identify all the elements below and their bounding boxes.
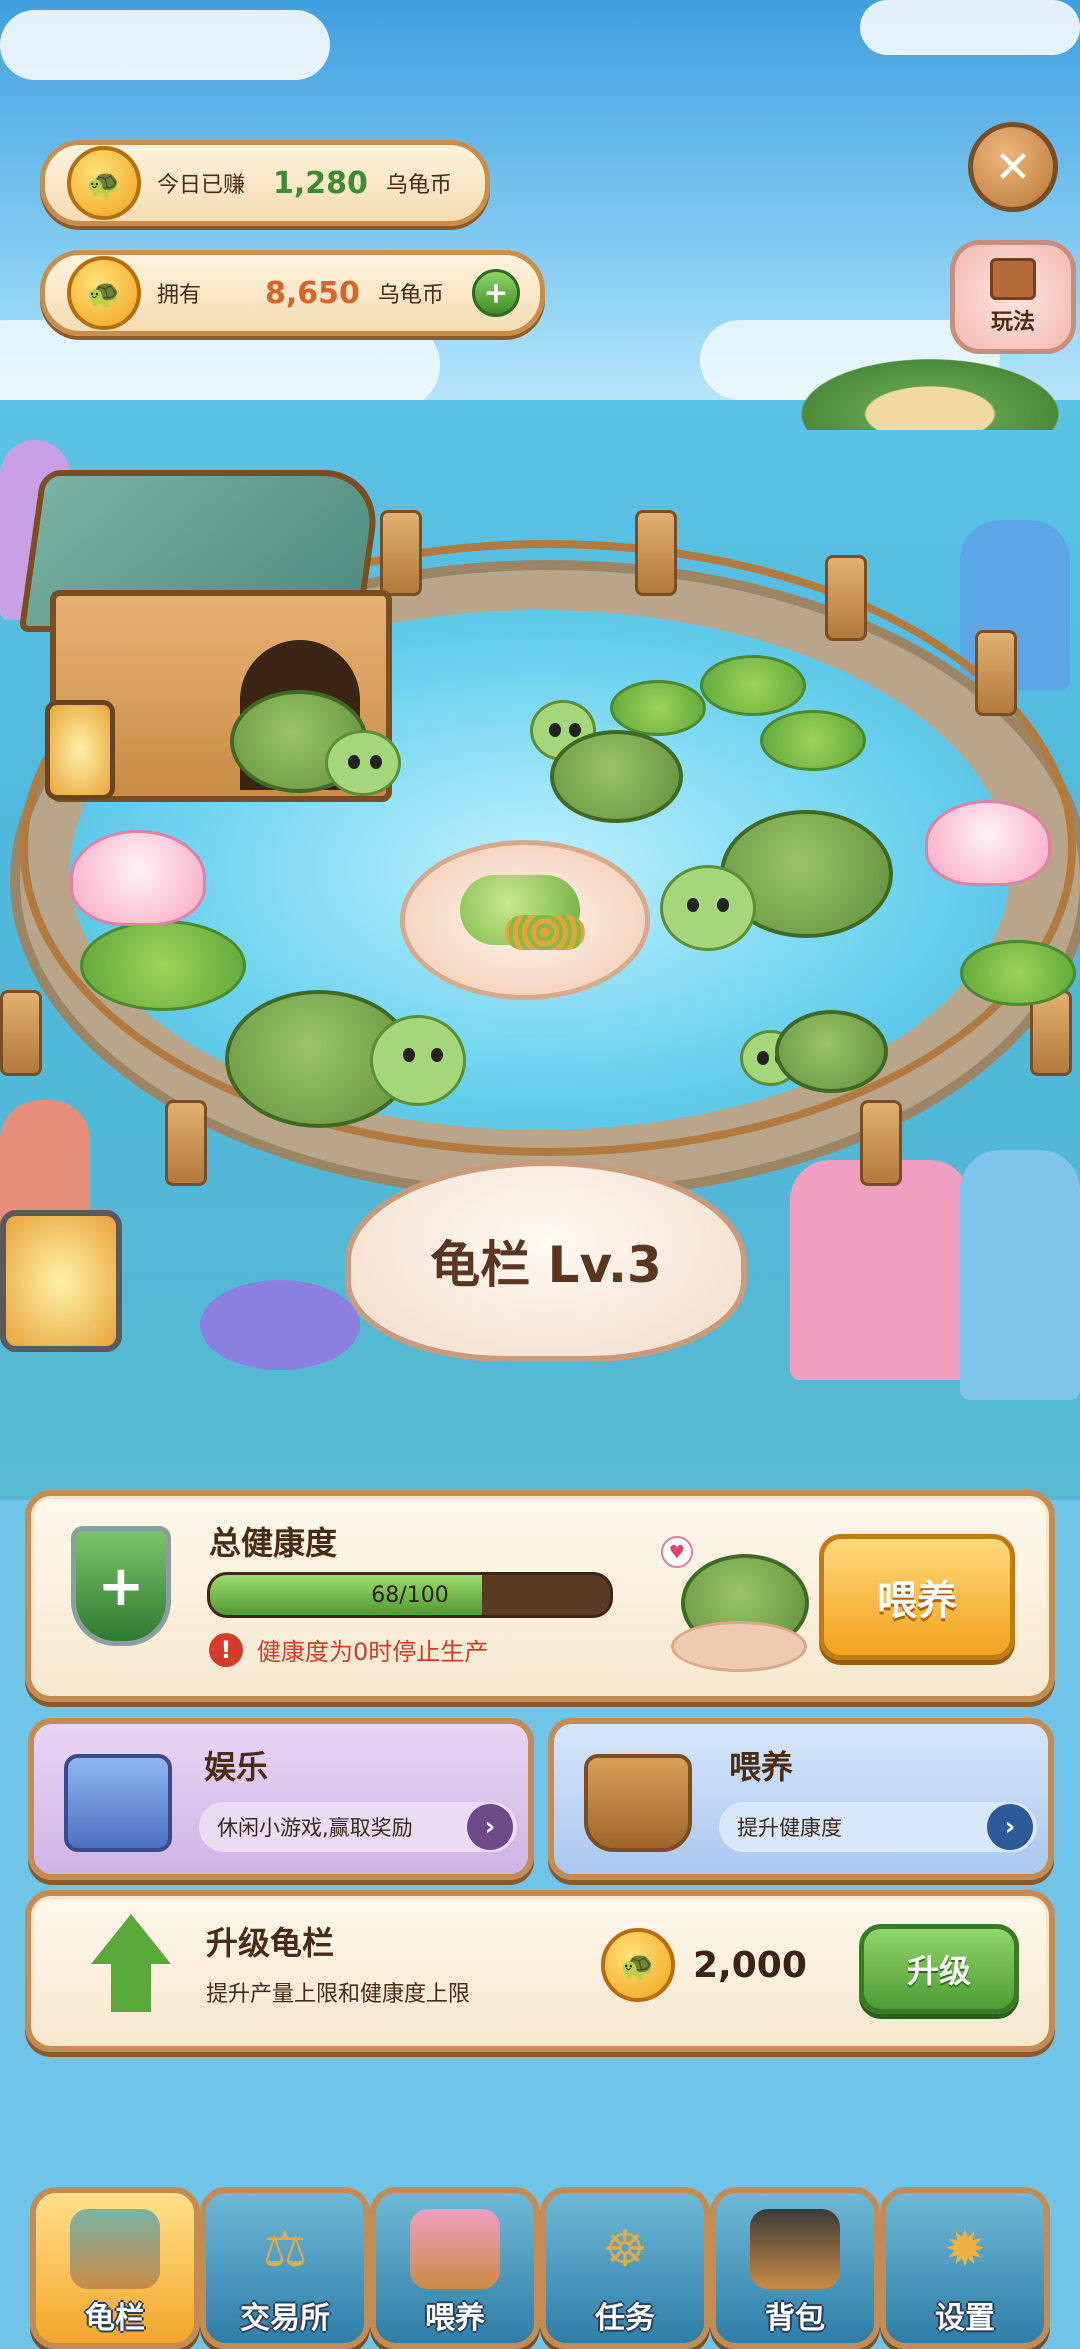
feed-button-main[interactable]: 喂养 bbox=[819, 1534, 1015, 1660]
owned-coins-label: 拥有 bbox=[157, 283, 202, 308]
coral bbox=[790, 1160, 970, 1380]
earned-today-bar: 🐢 今日已赚 1,280 乌龟币 bbox=[40, 140, 490, 226]
close-button[interactable]: ✕ bbox=[968, 122, 1058, 212]
feeding-title: 喂养 bbox=[729, 1748, 794, 1786]
lantern-icon bbox=[0, 1210, 122, 1352]
turtle[interactable] bbox=[660, 810, 893, 970]
warning-icon: ! bbox=[209, 1632, 243, 1667]
health-title: 总健康度 bbox=[209, 1524, 338, 1562]
turtle-eating-icon: ♥ bbox=[651, 1526, 811, 1676]
upgrade-panel: 升级龟栏 提升产量上限和健康度上限 🐢 2,000 升级 bbox=[25, 1890, 1055, 2052]
earned-today-label: 今日已赚 bbox=[157, 173, 246, 198]
food-basket-icon bbox=[410, 2209, 500, 2289]
compass-icon: ✹ bbox=[944, 2220, 986, 2278]
health-panel: + 总健康度 68/100 ! 健康度为0时停止生产 ♥ 喂养 bbox=[25, 1490, 1055, 1702]
chevron-right-icon: › bbox=[467, 1804, 513, 1850]
guide-button[interactable]: 玩法 bbox=[950, 240, 1076, 354]
health-warning-text: 健康度为0时停止生产 bbox=[257, 1638, 489, 1666]
nav-item-feed[interactable]: 喂养 bbox=[370, 2187, 540, 2349]
entertainment-card[interactable]: 娱乐 休闲小游戏,赢取奖励 › bbox=[28, 1718, 534, 1880]
upgrade-desc: 提升产量上限和健康度上限 bbox=[206, 1982, 471, 2007]
food-plate[interactable] bbox=[400, 840, 650, 1000]
lily-pad bbox=[80, 920, 246, 1011]
backpack-icon bbox=[750, 2209, 840, 2289]
chevron-right-icon: › bbox=[987, 1804, 1033, 1850]
nav-item-settings[interactable]: ✹ 设置 bbox=[880, 2187, 1050, 2349]
scales-icon: ⚖ bbox=[262, 2220, 308, 2278]
lotus-flower bbox=[925, 800, 1051, 886]
turtle[interactable] bbox=[225, 980, 466, 1140]
nav-item-pen[interactable]: 龟栏 bbox=[30, 2187, 200, 2349]
fence-post bbox=[825, 555, 867, 641]
nav-item-tasks[interactable]: ☸ 任务 bbox=[540, 2187, 710, 2349]
health-progress-text: 68/100 bbox=[371, 1582, 449, 1608]
nav-label: 喂养 bbox=[425, 2301, 485, 2336]
turtle[interactable] bbox=[525, 700, 683, 823]
food-basket-icon bbox=[584, 1754, 692, 1852]
turtle[interactable] bbox=[230, 690, 401, 800]
feeding-card[interactable]: 喂养 提升健康度 › bbox=[548, 1718, 1054, 1880]
coral bbox=[960, 1150, 1080, 1400]
bottom-nav: 龟栏 ⚖ 交易所 喂养 ☸ 任务 背包 ✹ 设置 bbox=[0, 2175, 1080, 2349]
nav-label: 任务 bbox=[595, 2301, 655, 2336]
cloud bbox=[0, 10, 330, 80]
entertainment-title: 娱乐 bbox=[204, 1748, 269, 1786]
coral bbox=[200, 1280, 360, 1370]
pen-title: 龟栏 Lv.3 bbox=[430, 1236, 662, 1294]
owned-coins-value: 8,650 bbox=[265, 275, 360, 311]
fence-post bbox=[635, 510, 677, 596]
nav-item-backpack[interactable]: 背包 bbox=[710, 2187, 880, 2349]
guide-label: 玩法 bbox=[990, 310, 1035, 335]
upgrade-button-label: 升级 bbox=[906, 1952, 971, 1990]
lantern-icon bbox=[45, 700, 115, 800]
nav-label: 背包 bbox=[765, 2301, 825, 2336]
upgrade-cost: 🐢 2,000 bbox=[601, 1928, 807, 2002]
entertainment-desc: 休闲小游戏,赢取奖励 bbox=[217, 1816, 413, 1840]
turtle-coin-icon: 🐢 bbox=[601, 1928, 675, 2002]
nav-label: 设置 bbox=[935, 2301, 995, 2336]
entertainment-desc-pill: 休闲小游戏,赢取奖励 › bbox=[199, 1802, 517, 1852]
nav-label: 龟栏 bbox=[85, 2301, 145, 2336]
arcade-machine-icon bbox=[64, 1754, 172, 1852]
feeding-desc-pill: 提升健康度 › bbox=[719, 1802, 1037, 1852]
lily-pad bbox=[700, 655, 806, 716]
upgrade-cost-value: 2,000 bbox=[693, 1944, 807, 1986]
feeding-desc: 提升健康度 bbox=[737, 1816, 842, 1840]
heart-icon: ♥ bbox=[661, 1536, 693, 1568]
fence-post bbox=[0, 990, 42, 1076]
up-arrow-icon bbox=[91, 1914, 171, 2014]
fence-post bbox=[165, 1100, 207, 1186]
health-shield-icon: + bbox=[71, 1526, 171, 1646]
island bbox=[780, 350, 1080, 430]
health-progress-bar: 68/100 bbox=[207, 1572, 613, 1618]
owned-coins-unit: 乌龟币 bbox=[377, 283, 444, 308]
feed-button-label: 喂养 bbox=[877, 1578, 957, 1624]
nav-label: 交易所 bbox=[240, 2301, 330, 2336]
pen-title-sign: 龟栏 Lv.3 bbox=[345, 1160, 747, 1362]
fence-post bbox=[860, 1100, 902, 1186]
lily-pad bbox=[960, 940, 1076, 1006]
earned-today-value: 1,280 bbox=[273, 165, 368, 201]
turtle-coin-icon: 🐢 bbox=[67, 146, 141, 220]
add-coins-button[interactable]: + bbox=[471, 269, 520, 317]
book-icon bbox=[990, 258, 1036, 300]
close-icon: ✕ bbox=[994, 141, 1032, 193]
fence-post bbox=[975, 630, 1017, 716]
turtle-house-icon bbox=[70, 2209, 160, 2289]
cloud bbox=[860, 0, 1080, 55]
upgrade-title: 升级龟栏 bbox=[206, 1924, 335, 1962]
turtle-coin-icon: 🐢 bbox=[67, 256, 141, 330]
ship-wheel-icon: ☸ bbox=[602, 2220, 648, 2278]
owned-coins-bar: 🐢 拥有 8,650 乌龟币 + bbox=[40, 250, 545, 336]
lily-pad bbox=[760, 710, 866, 771]
lotus-flower bbox=[70, 830, 206, 926]
nav-item-exchange[interactable]: ⚖ 交易所 bbox=[200, 2187, 370, 2349]
upgrade-button[interactable]: 升级 bbox=[859, 1924, 1019, 2014]
turtle[interactable] bbox=[740, 1000, 888, 1100]
earned-today-unit: 乌龟币 bbox=[385, 173, 452, 198]
